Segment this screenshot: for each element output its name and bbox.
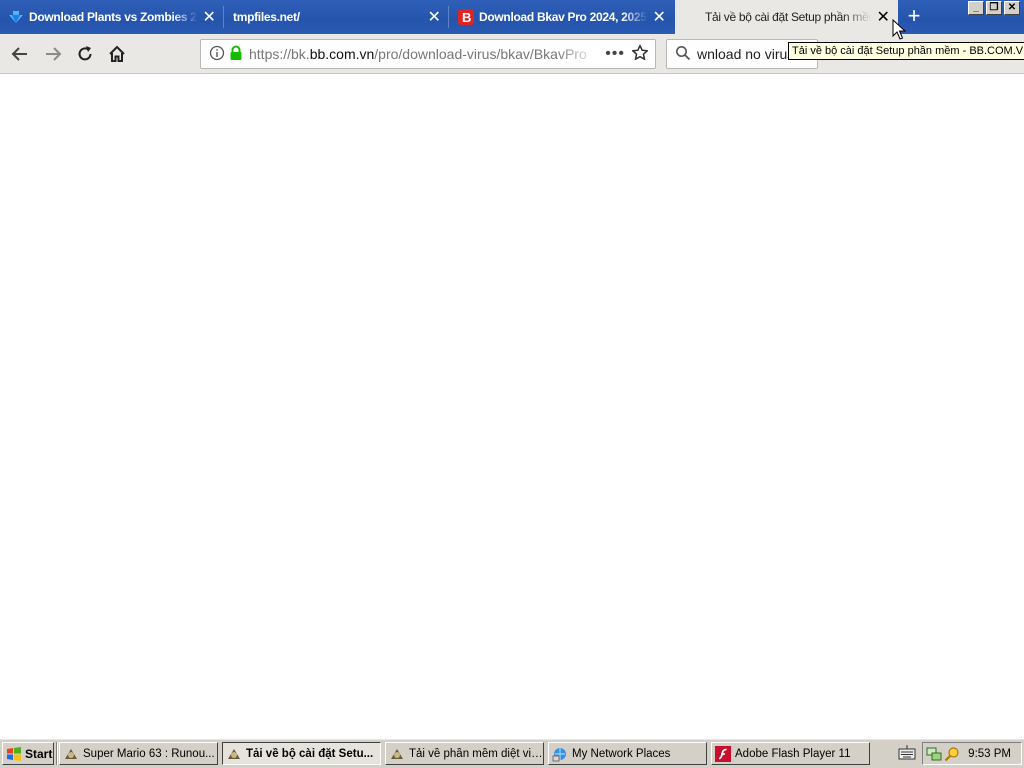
reload-button[interactable]	[70, 39, 100, 69]
close-tab-icon[interactable]: ✕	[423, 6, 445, 28]
close-tab-icon[interactable]: ✕	[198, 6, 220, 28]
forward-arrow-icon	[46, 47, 62, 61]
browser-icon	[63, 746, 79, 762]
browser-icon	[226, 746, 242, 762]
window-controls: _ ❐ ✕	[968, 1, 1020, 15]
tab-tooltip: Tải về bộ cài đặt Setup phần mềm - BB.CO…	[788, 42, 1024, 60]
tab-title: tmpfiles.net/	[233, 10, 300, 24]
bluestacks-arrow-icon	[8, 9, 24, 25]
back-arrow-icon	[11, 47, 27, 61]
page-content-blank	[0, 75, 1024, 738]
taskbar-item-super-mario[interactable]: Super Mario 63 : Runou...	[59, 742, 218, 765]
tab-title: Tải về bộ cài đặt Setup phần mềm	[705, 10, 872, 24]
minimize-button[interactable]: _	[968, 1, 984, 15]
flash-player-icon	[715, 745, 731, 762]
browser-icon	[389, 746, 405, 762]
tab-bkav-pro[interactable]: B Download Bkav Pro 2024, 2025 Ch ✕	[450, 0, 674, 34]
taskbar-separator	[56, 742, 58, 765]
keyboard-icon[interactable]	[898, 745, 916, 766]
forward-button[interactable]	[38, 39, 68, 69]
page-actions-menu-icon[interactable]: •••	[605, 45, 625, 63]
taskbar-item-antivirus[interactable]: Tải về phần mềm diệt vir...	[385, 742, 544, 765]
search-icon	[675, 45, 691, 64]
reload-icon	[78, 46, 92, 61]
lock-icon[interactable]	[229, 45, 243, 64]
url-path: /pro/download-virus/bkav/BkavPro	[374, 46, 587, 62]
tab-plants-vs-zombies[interactable]: Download Plants vs Zombies 2 10.2.2 ✕	[0, 0, 224, 34]
url-bar[interactable]: https://bk.bb.com.vn/pro/download-virus/…	[200, 39, 656, 69]
info-icon[interactable]	[209, 45, 225, 64]
tab-title: Download Plants vs Zombies 2 10.2.2	[29, 10, 198, 24]
start-button[interactable]: Start	[2, 742, 54, 765]
tab-bb-setup-active[interactable]: Tải về bộ cài đặt Setup phần mềm ✕	[675, 0, 898, 34]
close-tab-icon[interactable]: ✕	[872, 6, 894, 28]
windows-logo-icon	[7, 746, 21, 761]
home-icon	[109, 45, 125, 62]
url-text[interactable]: https://bk.bb.com.vn/pro/download-virus/…	[249, 46, 599, 62]
close-tab-icon[interactable]: ✕	[648, 6, 670, 28]
bookmark-star-icon[interactable]	[631, 44, 649, 65]
tab-strip: Download Plants vs Zombies 2 10.2.2 ✕ tm…	[0, 0, 1024, 34]
search-input[interactable]: wnload no virus	[697, 46, 794, 62]
task-label: Tải về phần mềm diệt vir...	[409, 747, 543, 760]
task-label: Adobe Flash Player 11	[735, 747, 851, 760]
network-places-icon	[552, 746, 568, 762]
clock[interactable]: 9:53 PM	[968, 748, 1011, 760]
url-prefix: https://bk.	[249, 46, 310, 62]
network-tray-icon[interactable]	[926, 746, 942, 762]
task-label: My Network Places	[572, 747, 671, 760]
svg-text:B: B	[462, 10, 471, 25]
tab-tmpfiles[interactable]: tmpfiles.net/ ✕	[225, 0, 449, 34]
taskbar-item-flash-player[interactable]: Adobe Flash Player 11	[711, 742, 870, 765]
mouse-cursor-icon	[892, 19, 906, 40]
start-label: Start	[25, 746, 53, 761]
tab-title: Download Bkav Pro 2024, 2025 Ch	[479, 10, 648, 24]
restore-button[interactable]: ❐	[986, 1, 1002, 15]
back-button[interactable]	[5, 39, 35, 69]
task-label: Super Mario 63 : Runou...	[83, 747, 215, 760]
home-button[interactable]	[102, 39, 132, 69]
close-window-button[interactable]: ✕	[1004, 1, 1020, 15]
search-tray-icon[interactable]	[944, 746, 960, 762]
bkav-logo-icon: B	[458, 9, 474, 25]
taskbar-item-bb-setup[interactable]: Tải về bộ cài đặt Setu...	[222, 742, 381, 765]
task-label: Tải về bộ cài đặt Setu...	[246, 747, 374, 760]
taskbar-item-network-places[interactable]: My Network Places	[548, 742, 707, 765]
system-tray: 9:53 PM	[922, 742, 1022, 765]
url-domain: bb.com.vn	[309, 46, 375, 62]
taskbar: Start Super Mario 63 : Runou... Tải về b…	[0, 738, 1024, 768]
